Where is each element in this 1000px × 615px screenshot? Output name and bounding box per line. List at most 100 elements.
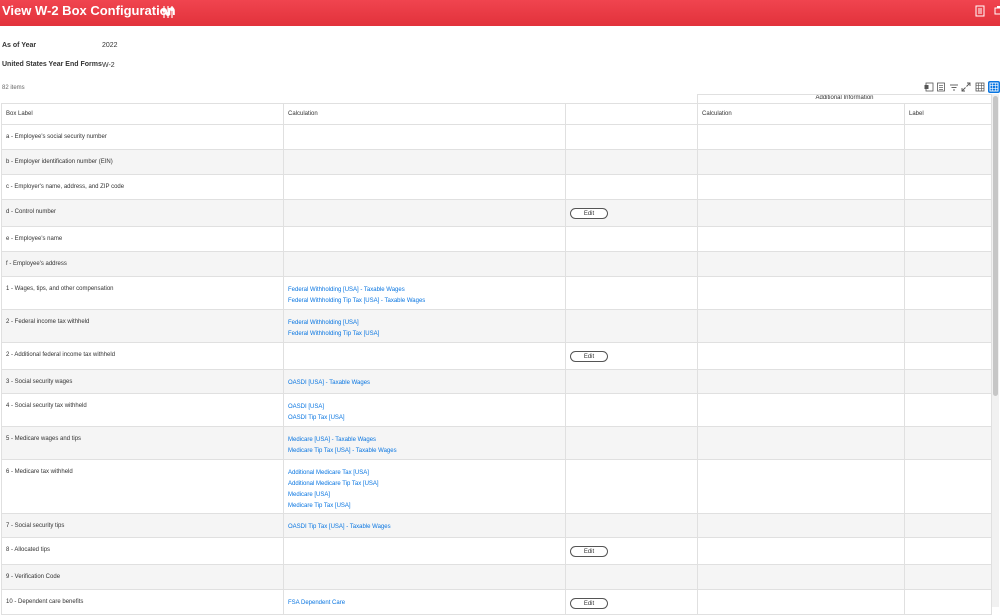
table-row: 2 - Federal income tax withheld Federal W…: [1, 309, 993, 343]
scrollbar-thumb[interactable]: [993, 96, 998, 396]
as-of-year-value: 2022: [102, 42, 118, 49]
additional-calculation-cell: [697, 124, 905, 150]
column-header-additional-calculation[interactable]: Calculation: [697, 103, 905, 125]
additional-calculation-cell: [697, 426, 905, 460]
box-label-cell: 4 - Social security tax withheld: [1, 393, 284, 427]
column-header-actions: [565, 103, 698, 125]
vertical-scrollbar[interactable]: [992, 94, 999, 607]
calculation-cell: Additional Medicare Tax [USA] Additional …: [283, 459, 566, 514]
table-row: e - Employee's name: [1, 226, 993, 252]
calculation-cell: Medicare [USA] - Taxable Wages Medicare T…: [283, 426, 566, 460]
table-row: 7 - Social security tips OASDI Tip Tax [U…: [1, 513, 993, 538]
table-row: 5 - Medicare wages and tips Medicare [USA…: [1, 426, 993, 460]
box-label-cell: f - Employee's address: [1, 251, 284, 277]
box-label: 6 - Medicare tax withheld: [6, 469, 73, 475]
calculation-link[interactable]: Medicare [USA]: [288, 490, 561, 501]
box-label: e - Employee's name: [6, 236, 63, 242]
export-to-excel-icon[interactable]: [924, 82, 934, 92]
edit-button[interactable]: Edit: [570, 598, 608, 609]
additional-label-cell: [903, 342, 993, 370]
edit-button[interactable]: Edit: [570, 208, 608, 219]
grid-view-icon[interactable]: [988, 81, 1000, 93]
additional-calculation-cell: [697, 537, 905, 565]
calculation-link[interactable]: Medicare Tip Tax [USA]: [288, 501, 561, 512]
box-label: 8 - Allocated tips: [6, 547, 51, 553]
additional-calculation-cell: [697, 174, 905, 200]
fullscreen-icon[interactable]: [961, 82, 971, 92]
edit-button[interactable]: Edit: [570, 546, 608, 557]
calculation-link[interactable]: Federal Withholding Tip Tax [USA]: [288, 329, 561, 340]
column-header-additional-label[interactable]: Label: [903, 103, 993, 125]
table-row: a - Employee's social security number: [1, 124, 993, 150]
additional-calculation-cell: [697, 393, 905, 427]
additional-calculation-cell: [697, 513, 905, 538]
additional-calculation-cell: [697, 199, 905, 227]
actions-cell: [565, 369, 698, 394]
edit-button[interactable]: Edit: [570, 351, 608, 362]
additional-calculation-cell: [697, 589, 905, 615]
additional-label-cell: [903, 124, 993, 150]
table-row: 2 - Additional federal income tax withhe…: [1, 342, 993, 370]
calculation-link[interactable]: Medicare Tip Tax [USA] - Taxable Wages: [288, 446, 561, 457]
year-end-forms-label: United States Year End Forms: [2, 61, 102, 68]
export-to-pdf-icon[interactable]: [936, 82, 946, 92]
calculation-link[interactable]: OASDI [USA]: [288, 402, 561, 413]
actions-cell: [565, 393, 698, 427]
page-title: View W-2 Box Configuration: [2, 3, 176, 18]
filter-icon[interactable]: [949, 82, 959, 92]
actions-cell: [565, 174, 698, 200]
column-header-calculation[interactable]: Calculation: [283, 103, 566, 125]
table-row: c - Employer's name, address, and ZIP co…: [1, 174, 993, 200]
table-row: 9 - Verification Code: [1, 564, 993, 590]
calculation-link[interactable]: OASDI Tip Tax [USA] - Taxable Wages: [288, 522, 561, 533]
box-label: c - Employer's name, address, and ZIP co…: [6, 184, 125, 190]
calculation-cell: Federal Withholding [USA] Federal Withhol…: [283, 309, 566, 343]
box-label-cell: 5 - Medicare wages and tips: [1, 426, 284, 460]
table-row: 8 - Allocated tips Edit: [1, 537, 993, 565]
actions-cell: [565, 459, 698, 514]
additional-label-cell: [903, 276, 993, 310]
calculation-link[interactable]: Medicare [USA] - Taxable Wages: [288, 435, 561, 446]
table-row: 1 - Wages, tips, and other compensation F…: [1, 276, 993, 310]
calculation-cell: [283, 564, 566, 590]
box-label-cell: e - Employee's name: [1, 226, 284, 252]
additional-label-cell: [903, 149, 993, 175]
box-label-cell: 2 - Additional federal income tax withhe…: [1, 342, 284, 370]
calculation-link[interactable]: OASDI [USA] - Taxable Wages: [288, 378, 561, 389]
calculation-cell: [283, 537, 566, 565]
related-actions-icon[interactable]: [162, 5, 174, 19]
calculation-link[interactable]: Federal Withholding [USA] - Taxable Wage…: [288, 285, 561, 296]
grid-toolbar: [924, 81, 1000, 94]
as-of-year-label: As of Year: [2, 42, 37, 49]
table-view-icon[interactable]: [975, 82, 985, 92]
calculation-link[interactable]: Additional Medicare Tax [USA]: [288, 468, 561, 479]
column-header-box-label[interactable]: Box Label: [1, 103, 284, 125]
print-icon[interactable]: [994, 5, 1000, 17]
year-end-forms-value: W-2: [102, 62, 115, 69]
additional-calculation-cell: [697, 149, 905, 175]
additional-calculation-cell: [697, 342, 905, 370]
additional-label-cell: [903, 564, 993, 590]
box-label-cell: b - Employer identification number (EIN): [1, 149, 284, 175]
additional-label-cell: [903, 309, 993, 343]
additional-label-cell: [903, 589, 993, 615]
table-row: d - Control number Edit: [1, 199, 993, 227]
calculation-link[interactable]: Federal Withholding Tip Tax [USA] - Taxa…: [288, 296, 561, 307]
calculation-link[interactable]: Federal Withholding [USA]: [288, 318, 561, 329]
actions-cell: [565, 124, 698, 150]
actions-cell: [565, 513, 698, 538]
additional-label-cell: [903, 369, 993, 394]
calculation-link[interactable]: FSA Dependent Care: [288, 598, 561, 609]
actions-cell: [565, 149, 698, 175]
export-icon[interactable]: [975, 5, 985, 17]
table-row: 10 - Dependent care benefits FSA Dependen…: [1, 589, 993, 615]
box-label: 7 - Social security tips: [6, 523, 65, 529]
calculation-link[interactable]: Additional Medicare Tip Tax [USA]: [288, 479, 561, 490]
calculation-link[interactable]: OASDI Tip Tax [USA]: [288, 413, 561, 424]
additional-information-header: Additional Information: [696, 94, 993, 104]
box-label-cell: d - Control number: [1, 199, 284, 227]
grid-body: a - Employee's social security number b -…: [1, 124, 993, 615]
additional-label-cell: [903, 426, 993, 460]
box-label-cell: 2 - Federal income tax withheld: [1, 309, 284, 343]
actions-cell: [565, 276, 698, 310]
